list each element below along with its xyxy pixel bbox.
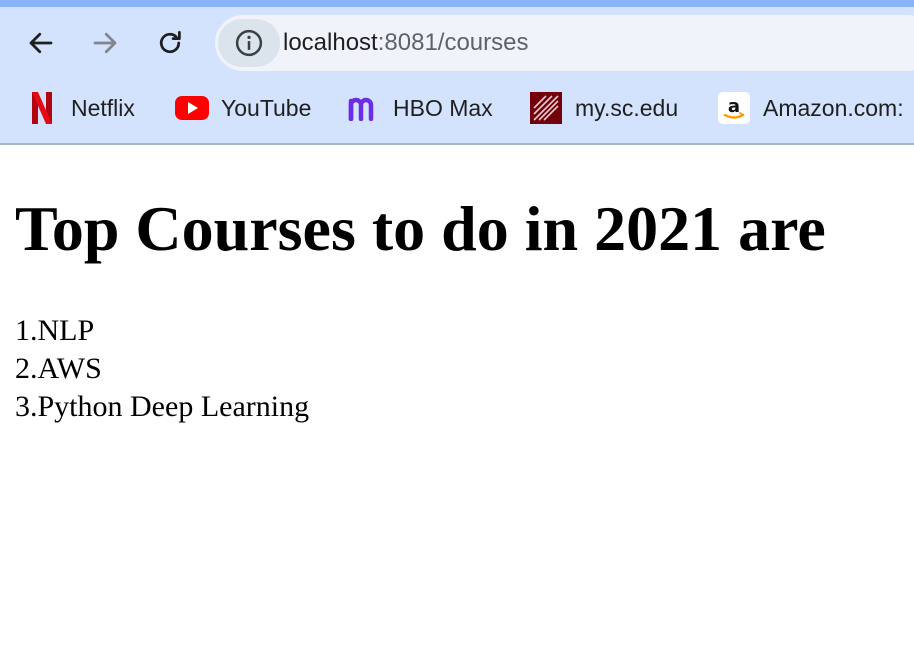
- info-icon: [235, 29, 263, 57]
- bookmark-netflix[interactable]: Netflix: [25, 91, 135, 125]
- my-sc-edu-icon: [529, 91, 563, 125]
- reload-button[interactable]: [152, 25, 188, 61]
- bookmarks-bar: Netflix YouTube HBO Max my.sc.edu a Amaz…: [0, 77, 914, 145]
- address-bar[interactable]: localhost:8081/courses: [215, 15, 914, 71]
- bookmark-label: Netflix: [71, 94, 135, 121]
- course-item: 1.NLP: [15, 314, 95, 347]
- youtube-icon: [175, 91, 209, 125]
- course-item: 3.Python Deep Learning: [15, 390, 310, 423]
- bookmark-youtube[interactable]: YouTube: [175, 91, 311, 125]
- url-path: :8081/courses: [377, 29, 529, 56]
- bookmark-my-sc-edu[interactable]: my.sc.edu: [529, 91, 678, 125]
- svg-text:a: a: [728, 96, 740, 117]
- bookmark-label: my.sc.edu: [575, 94, 679, 121]
- page-content: Top Courses to do in 2021 are 1.NLP 2.AW…: [15, 170, 905, 426]
- url-host: localhost: [283, 29, 378, 56]
- back-button[interactable]: [23, 25, 59, 61]
- bookmark-amazon[interactable]: a Amazon.com:: [717, 91, 904, 125]
- reload-icon: [159, 31, 181, 54]
- bookmark-label: HBO Max: [393, 94, 493, 121]
- netflix-icon: [25, 91, 59, 125]
- amazon-icon: a: [717, 91, 751, 125]
- site-info-button[interactable]: [218, 19, 280, 67]
- course-list: 1.NLP 2.AWS 3.Python Deep Learning: [15, 312, 905, 426]
- forward-arrow-icon: [93, 32, 117, 54]
- window-top-strip: [0, 0, 914, 7]
- page-heading: Top Courses to do in 2021 are: [15, 193, 826, 264]
- forward-button[interactable]: [87, 25, 123, 61]
- url-text[interactable]: localhost:8081/courses: [283, 29, 529, 57]
- course-item: 2.AWS: [15, 352, 102, 385]
- hbo-max-icon: [347, 91, 381, 125]
- bookmark-label: YouTube: [221, 94, 312, 121]
- bookmark-label: Amazon.com:: [763, 94, 904, 121]
- bookmark-hbo-max[interactable]: HBO Max: [347, 91, 493, 125]
- browser-toolbar: localhost:8081/courses: [0, 7, 914, 77]
- back-arrow-icon: [29, 32, 53, 54]
